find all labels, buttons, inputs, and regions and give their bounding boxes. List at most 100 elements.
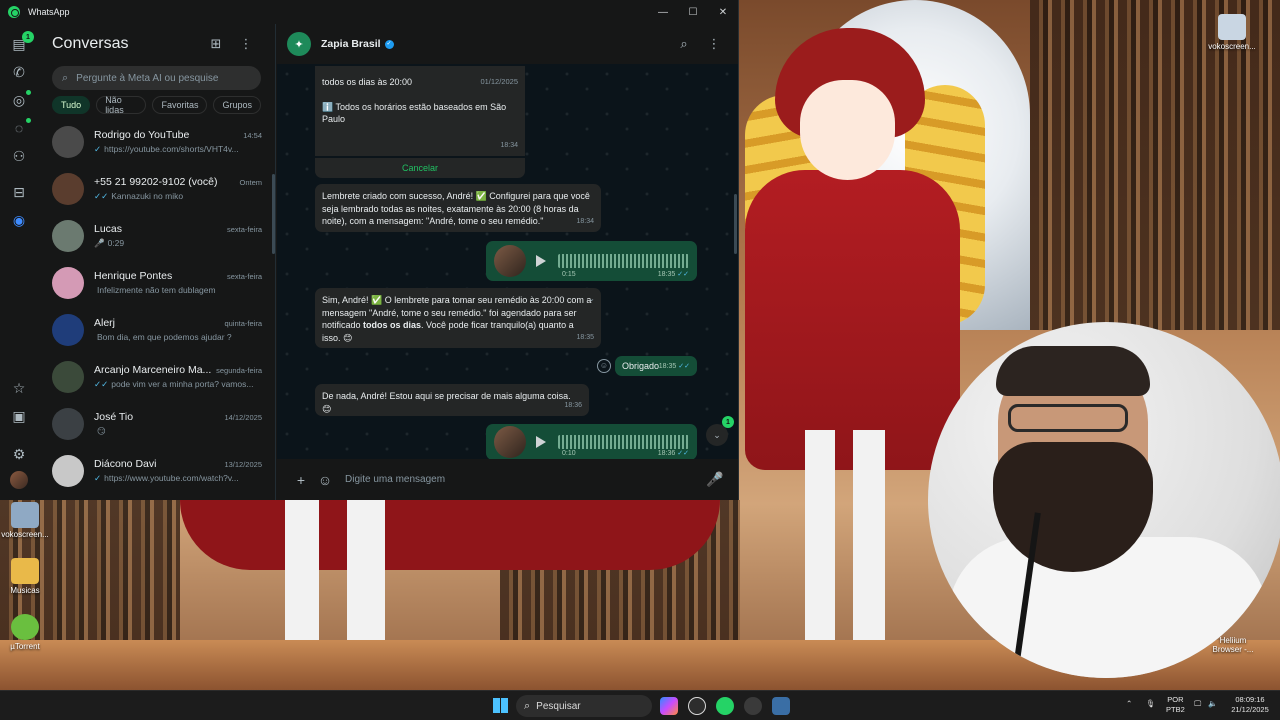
calls-nav-button[interactable]: ✆ [0, 58, 38, 86]
chat-menu-button[interactable]: ⋮ [699, 36, 729, 52]
message-bubble-incoming[interactable]: Lembrete criado com sucesso, André! ✅ Co… [315, 184, 601, 232]
chat-preview: Bom dia, em que podemos ajudar ? [97, 332, 232, 342]
taskbar: ⌕ Pesquisar ⌃ 🎙 POR PTB2 🖵 🔈 08:09:16 21… [0, 690, 1280, 720]
chat-time: 14/12/2025 [224, 412, 262, 422]
wallpaper-face [800, 80, 895, 180]
language-indicator[interactable]: POR PTB2 [1166, 695, 1185, 715]
desktop-icon-musicas[interactable]: Musicas [0, 558, 50, 595]
search-box[interactable]: ⌕ [52, 66, 261, 90]
emoji-button[interactable]: ☺ [313, 472, 337, 488]
chat-list-item[interactable]: Arcanjo Marceneiro Ma... segunda-feira ✓✓ p… [38, 353, 272, 400]
chevron-down-icon[interactable]: ⌄ [588, 293, 595, 306]
filter-favorites[interactable]: Favoritas [152, 96, 208, 114]
meta-ai-nav-button[interactable]: ◉ [0, 206, 38, 234]
avatar [10, 471, 28, 489]
chat-name: +55 21 99202-9102 (você) [94, 175, 218, 188]
chat-list-item[interactable]: Rodrigo do YouTube 14:54 ✓ https://youtube.… [38, 118, 272, 165]
communities-nav-button[interactable]: ⚇ [0, 142, 38, 170]
play-icon[interactable] [536, 436, 546, 448]
waveform[interactable] [558, 254, 689, 268]
filter-groups[interactable]: Grupos [213, 96, 261, 114]
search-icon: ⌕ [524, 699, 531, 712]
network-icon[interactable]: 🖵 [1194, 699, 1201, 709]
wallpaper-dress [745, 170, 960, 470]
vokoscreen-icon [1218, 14, 1246, 40]
taskbar-search[interactable]: ⌕ Pesquisar [516, 695, 652, 717]
schedule-date: 01/12/2025 [480, 77, 518, 86]
scroll-to-bottom-button[interactable]: ⌄ 1 [706, 416, 734, 446]
status-nav-button[interactable]: ◎ [0, 86, 38, 114]
minimize-button[interactable]: — [648, 0, 678, 24]
chat-list-item[interactable]: +55 21 99202-9102 (você) Ontem ✓✓ Kannazuki… [38, 165, 272, 212]
chat-name: Henrique Pontes [94, 270, 173, 282]
show-hidden-icons-button[interactable]: ⌃ [1126, 699, 1132, 709]
chat-list-item[interactable]: Lucas sexta-feira 🎤 0:29 [38, 212, 272, 259]
message-bubble-incoming[interactable]: De nada, André! Estou aqui se precisar d… [315, 384, 589, 416]
desktop-icon-vokoscreen[interactable]: vokoscreen... [1207, 14, 1257, 51]
chat-list-header: Conversas ⊞ ⋮ [38, 24, 275, 64]
settings-nav-button[interactable]: ⚙ [0, 440, 38, 468]
search-input[interactable] [76, 72, 251, 84]
chat-preview: 🎤 0:29 [94, 237, 125, 248]
channels-icon: ◌ [14, 120, 24, 136]
message-input[interactable] [345, 474, 703, 485]
channels-nav-button[interactable]: ◌ [0, 114, 38, 142]
microphone-tray-icon[interactable]: 🎙 [1146, 699, 1156, 709]
chat-preview: 😏 [97, 425, 106, 436]
conversation-header[interactable]: ✦ Zapia Brasil ✓ ⌕ ⋮ [277, 24, 738, 64]
chat-list-item[interactable]: Alerj quinta-feira Bom dia, em que podemos… [38, 306, 272, 353]
explorer-taskbar-icon[interactable] [772, 697, 790, 715]
contact-avatar[interactable]: ✦ [287, 32, 311, 56]
filter-unread[interactable]: Não lidas [96, 95, 147, 115]
read-ticks-icon: ✓✓ [678, 362, 690, 370]
starred-nav-button[interactable]: ☆ [0, 374, 38, 402]
voice-message-outgoing[interactable]: 0:10 18:36 ✓✓ [486, 424, 697, 460]
new-chat-icon: ⊞ [210, 36, 222, 51]
whatsapp-taskbar-icon[interactable] [716, 697, 734, 715]
filter-all[interactable]: Tudo [52, 96, 91, 114]
app-taskbar-icon[interactable] [744, 697, 762, 715]
emoji-reaction-icon[interactable]: ☺ [597, 359, 611, 373]
chatgpt-icon[interactable] [688, 697, 706, 715]
cancel-reminder-button[interactable]: Cancelar [315, 158, 525, 178]
search-in-chat-button[interactable]: ⌕ [669, 36, 699, 52]
chats-nav-button[interactable]: ▤ 1 [0, 30, 38, 58]
play-icon[interactable] [536, 255, 546, 267]
message-time: 18:34 [500, 141, 518, 149]
nav-rail: ▤ 1 ✆ ◎ ◌ ⚇ ⊟ ◉ ☆ ▣ ⚙ [0, 24, 38, 500]
schedule-note: ℹ️ Todos os horários estão baseados em S… [322, 101, 507, 125]
maximize-button[interactable]: ☐ [678, 0, 708, 24]
whatsapp-window: WhatsApp — ☐ ✕ ▤ 1 ✆ ◎ ◌ ⚇ ⊟ ◉ ☆ ▣ ⚙ Con… [0, 0, 739, 500]
menu-button[interactable]: ⋮ [231, 36, 261, 52]
status-ticks-icon: ✓ [94, 143, 102, 154]
chat-preview: ✓✓ Kannazuki no miko [94, 190, 184, 201]
gear-icon: ⚙ [12, 445, 26, 462]
new-chat-button[interactable]: ⊞ [201, 36, 231, 52]
profile-nav-button[interactable] [0, 466, 38, 494]
media-nav-button[interactable]: ▣ [0, 402, 38, 430]
archived-nav-button[interactable]: ⊟ [0, 178, 38, 206]
chat-preview: Infelizmente não tem dublagem [97, 285, 216, 295]
conversation-scrollbar[interactable] [734, 194, 737, 254]
message-bubble-outgoing[interactable]: Obrigado 18:35 ✓✓ [615, 356, 697, 376]
schedule-message[interactable]: todos os dias às 20:00 01/12/2025 ℹ️ Tod… [315, 66, 525, 156]
copilot-icon[interactable] [660, 697, 678, 715]
attach-button[interactable]: + [289, 472, 313, 488]
chat-list-item[interactable]: Diácono Davi 13/12/2025 ✓ https://www.youtu… [38, 447, 272, 494]
start-button[interactable] [493, 698, 508, 713]
chat-name: Arcanjo Marceneiro Ma... [94, 363, 212, 376]
clock[interactable]: 08:09:16 21/12/2025 [1230, 695, 1270, 715]
voice-message-outgoing[interactable]: 0:15 18:35 ✓✓ [486, 241, 697, 281]
chat-list-scrollbar[interactable] [272, 174, 275, 254]
chat-list-item[interactable]: José Tio 14/12/2025 😏 [38, 400, 272, 447]
waveform[interactable] [558, 435, 689, 449]
desktop-icon-utorrent[interactable]: µTorrent [0, 614, 50, 651]
volume-icon[interactable]: 🔈 [1208, 699, 1217, 709]
desktop-icon-heliium[interactable]: Heliium Browser -... [1206, 636, 1260, 654]
status-dot [26, 90, 31, 95]
desktop-icon-vokoscreen[interactable]: vokoscreen... [0, 502, 50, 539]
chat-list-item[interactable]: Henrique Pontes sexta-feira Infelizmente n… [38, 259, 272, 306]
close-button[interactable]: ✕ [708, 0, 738, 24]
voice-record-button[interactable]: 🎤 [703, 471, 727, 488]
message-bubble-incoming[interactable]: Sim, André! ✅ O lembrete para tomar seu … [315, 288, 601, 348]
